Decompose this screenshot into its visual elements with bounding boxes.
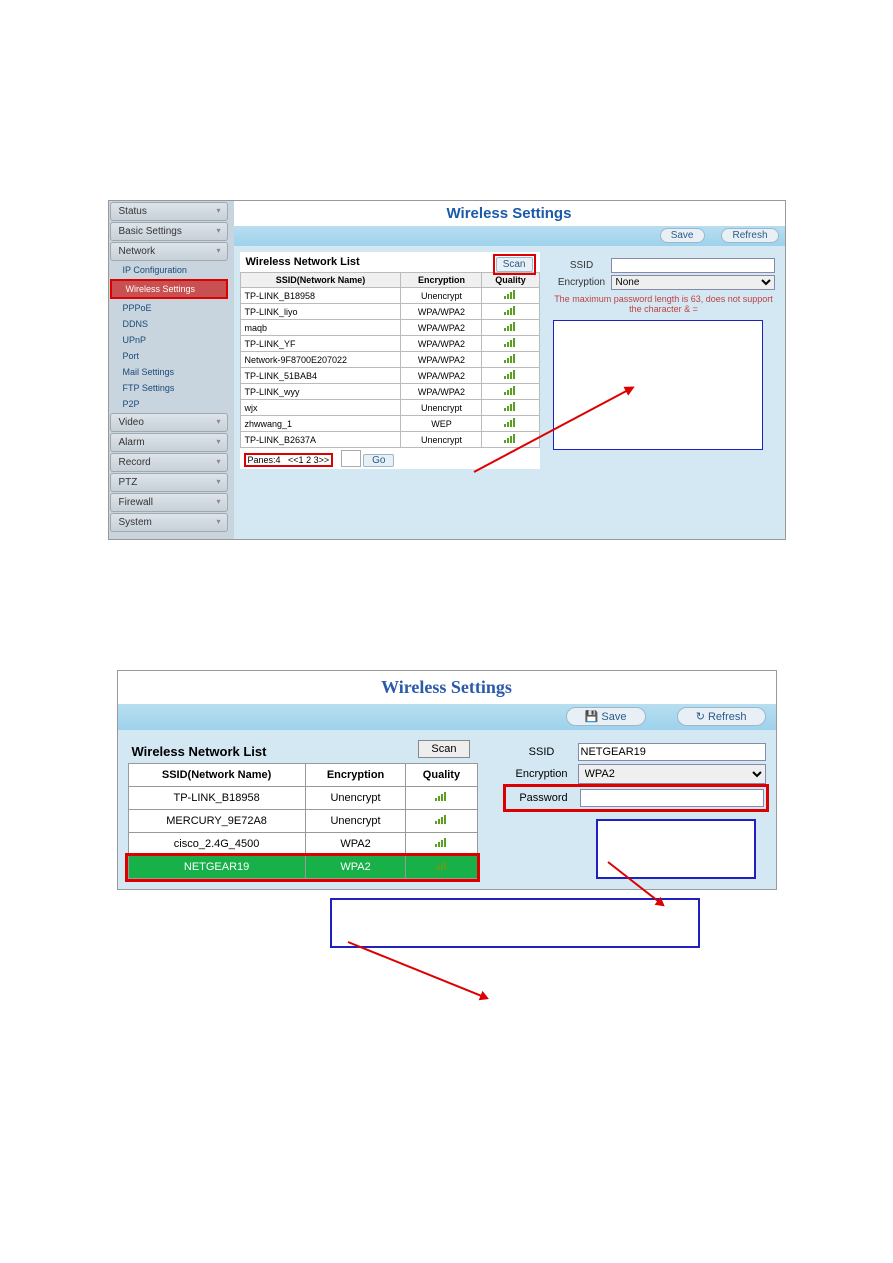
table-row[interactable]: TP-LINK_B18958Unencrypt: [240, 288, 539, 304]
table-row[interactable]: maqbWPA/WPA2: [240, 320, 539, 336]
wifi-form-2: SSID Encryption WPA2 Password: [506, 740, 766, 879]
signal-icon: [435, 861, 447, 873]
sidebar-upnp[interactable]: UPnP: [109, 332, 229, 348]
wifi-form: SSID Encryption None The maximum passwor…: [549, 252, 779, 454]
sidebar-status[interactable]: Status: [110, 202, 228, 221]
sidebar-firewall[interactable]: Firewall: [110, 493, 228, 512]
sidebar-ptz[interactable]: PTZ: [110, 473, 228, 492]
col-ssid: SSID(Network Name): [240, 273, 401, 288]
password-hint: The maximum password length is 63, does …: [553, 294, 775, 314]
col-quality-2: Quality: [406, 764, 477, 787]
refresh-button[interactable]: Refresh: [721, 228, 778, 243]
table-row[interactable]: zhwwang_1WEP: [240, 416, 539, 432]
table-row[interactable]: NETGEAR19WPA2: [128, 856, 477, 879]
ssid-label: SSID: [553, 260, 611, 271]
sidebar-network[interactable]: Network: [110, 242, 228, 261]
network-table: SSID(Network Name) Encryption Quality TP…: [240, 272, 540, 448]
col-encryption: Encryption: [401, 273, 482, 288]
table-row[interactable]: TP-LINK_liyoWPA/WPA2: [240, 304, 539, 320]
page-title-2: Wireless Settings: [118, 671, 776, 704]
page-title: Wireless Settings: [234, 201, 785, 226]
network-list-panel: Wireless Network List Scan SSID(Network …: [240, 252, 540, 469]
annotation-box-1: [553, 320, 763, 450]
main-panel: Wireless Settings Save Refresh Wireless …: [234, 201, 785, 539]
go-button[interactable]: Go: [363, 454, 394, 467]
ssid-label-2: SSID: [506, 746, 578, 758]
sidebar-record[interactable]: Record: [110, 453, 228, 472]
sidebar-video[interactable]: Video: [110, 413, 228, 432]
password-input[interactable]: [580, 789, 764, 807]
signal-icon: [504, 370, 516, 381]
encryption-select[interactable]: None: [611, 275, 775, 290]
pager-links[interactable]: <<1 2 3>>: [288, 455, 329, 465]
sidebar-alarm[interactable]: Alarm: [110, 433, 228, 452]
signal-icon: [504, 386, 516, 397]
signal-icon: [504, 322, 516, 333]
sidebar-port[interactable]: Port: [109, 348, 229, 364]
screenshot-2: Wireless Settings 💾 Save ↻ Refresh Wirel…: [117, 670, 777, 890]
sidebar-ip-config[interactable]: IP Configuration: [109, 262, 229, 278]
col-ssid-2: SSID(Network Name): [128, 764, 305, 787]
ssid-input[interactable]: [611, 258, 775, 273]
table-row[interactable]: TP-LINK_YFWPA/WPA2: [240, 336, 539, 352]
signal-icon: [504, 290, 516, 301]
table-row[interactable]: TP-LINK_wyyWPA/WPA2: [240, 384, 539, 400]
network-list-heading: Wireless Network List Scan: [240, 252, 540, 272]
signal-icon: [504, 354, 516, 365]
table-row[interactable]: cisco_2.4G_4500WPA2: [128, 833, 477, 856]
list-heading-2: Wireless Network List: [132, 744, 267, 759]
signal-icon: [504, 418, 516, 429]
ssid-input-2[interactable]: [578, 743, 766, 761]
col-encryption-2: Encryption: [305, 764, 406, 787]
sidebar-wireless-settings[interactable]: Wireless Settings: [110, 279, 228, 299]
sidebar: Status Basic Settings Network IP Configu…: [109, 201, 229, 533]
sidebar-system[interactable]: System: [110, 513, 228, 532]
pager-input[interactable]: [341, 450, 361, 467]
sidebar-ddns[interactable]: DDNS: [109, 316, 229, 332]
arrow-annotation-3: [347, 941, 487, 999]
signal-icon: [504, 306, 516, 317]
table-row[interactable]: TP-LINK_B18958Unencrypt: [128, 787, 477, 810]
action-bar-2: 💾 Save ↻ Refresh: [118, 704, 776, 730]
network-table-2: SSID(Network Name) Encryption Quality TP…: [128, 763, 478, 879]
sidebar-ftp[interactable]: FTP Settings: [109, 380, 229, 396]
signal-icon: [504, 338, 516, 349]
signal-icon: [435, 815, 447, 827]
refresh-button-2[interactable]: ↻ Refresh: [677, 707, 766, 726]
pager-pages: Panes:4: [248, 455, 281, 465]
list-heading-text: Wireless Network List: [246, 256, 360, 268]
sidebar-pppoe[interactable]: PPPoE: [109, 300, 229, 316]
scan-button-2[interactable]: Scan: [418, 740, 469, 758]
save-button[interactable]: Save: [660, 228, 705, 243]
table-row[interactable]: TP-LINK_B2637AUnencrypt: [240, 432, 539, 448]
signal-icon: [435, 838, 447, 850]
sidebar-basic-settings[interactable]: Basic Settings: [110, 222, 228, 241]
sidebar-mail[interactable]: Mail Settings: [109, 364, 229, 380]
table-row[interactable]: Network-9F8700E207022WPA/WPA2: [240, 352, 539, 368]
signal-icon: [435, 792, 447, 804]
sidebar-p2p[interactable]: P2P: [109, 396, 229, 412]
table-header-2: SSID(Network Name) Encryption Quality: [128, 764, 477, 787]
screenshot-1: Status Basic Settings Network IP Configu…: [108, 200, 786, 540]
signal-icon: [504, 402, 516, 413]
encryption-select-2[interactable]: WPA2: [578, 764, 766, 784]
table-row[interactable]: wjxUnencrypt: [240, 400, 539, 416]
table-row[interactable]: TP-LINK_51BAB4WPA/WPA2: [240, 368, 539, 384]
scan-button[interactable]: Scan: [496, 257, 533, 272]
password-label: Password: [508, 792, 580, 804]
table-row[interactable]: MERCURY_9E72A8Unencrypt: [128, 810, 477, 833]
network-list-panel-2: Wireless Network List Scan SSID(Network …: [128, 740, 478, 879]
save-button-2[interactable]: 💾 Save: [566, 707, 646, 726]
encryption-label: Encryption: [553, 277, 611, 288]
action-bar: Save Refresh: [234, 226, 785, 246]
encryption-label-2: Encryption: [506, 768, 578, 780]
signal-icon: [504, 434, 516, 445]
annotation-box-3: [330, 898, 700, 948]
